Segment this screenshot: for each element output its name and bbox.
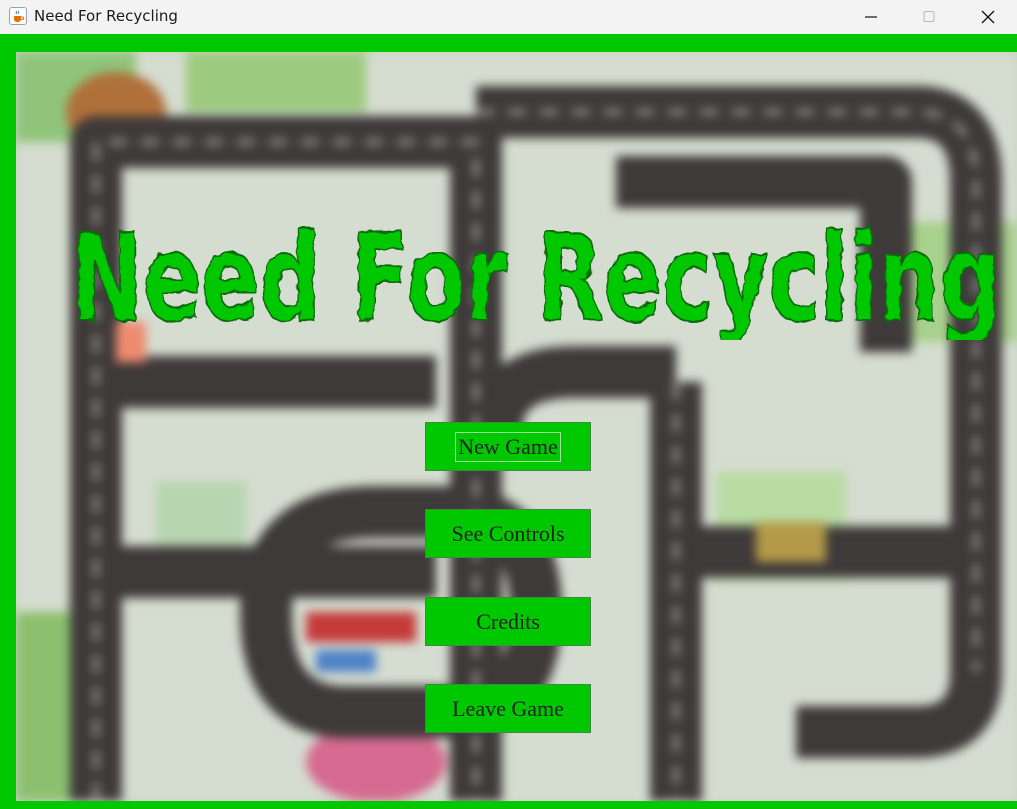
logo-text: Need For Recycling xyxy=(71,210,1001,340)
credits-label: Credits xyxy=(476,608,540,634)
close-button[interactable] xyxy=(959,0,1017,34)
close-icon xyxy=(981,10,995,24)
leave-game-label: Leave Game xyxy=(452,695,564,721)
java-cup-icon xyxy=(9,7,27,25)
see-controls-label: See Controls xyxy=(451,520,565,546)
new-game-button[interactable]: New Game xyxy=(425,422,591,471)
window-title: Need For Recycling xyxy=(34,7,178,25)
maximize-icon xyxy=(923,11,935,22)
credits-button[interactable]: Credits xyxy=(425,597,591,646)
leave-game-button[interactable]: Leave Game xyxy=(425,684,591,733)
minimize-button[interactable] xyxy=(842,0,900,34)
maximize-button[interactable] xyxy=(900,0,958,34)
window-titlebar[interactable]: Need For Recycling xyxy=(0,0,1017,34)
minimize-icon xyxy=(865,16,877,18)
game-logo: Need For Recycling xyxy=(70,209,1002,340)
new-game-label: New Game xyxy=(455,431,561,462)
see-controls-button[interactable]: See Controls xyxy=(425,509,591,558)
game-canvas: Need For Recycling New Game See Controls… xyxy=(16,52,1017,801)
